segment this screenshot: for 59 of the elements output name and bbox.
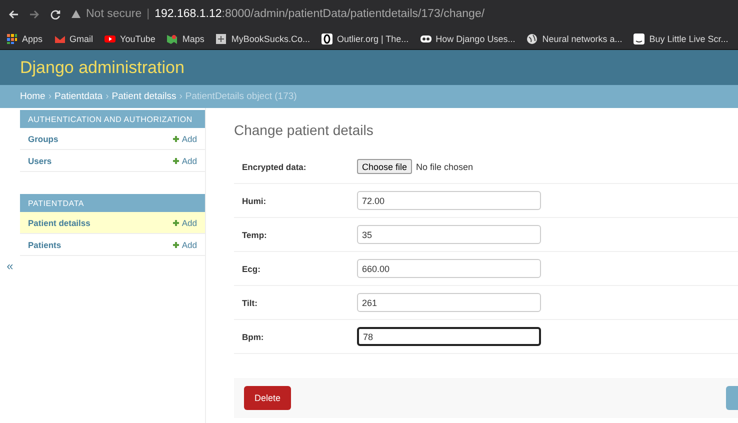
model-link[interactable]: Users: [28, 156, 52, 166]
breadcrumb-separator: ›: [106, 91, 109, 102]
field-label: Bpm:: [242, 332, 265, 342]
back-icon[interactable]: [8, 8, 19, 20]
bookmark-link[interactable]: YouTube: [104, 32, 156, 44]
dots-icon: [420, 32, 432, 44]
file-status: No file chosen: [416, 162, 474, 172]
forward-icon[interactable]: [29, 8, 40, 20]
plus-icon: [172, 218, 180, 226]
plus-icon: [172, 240, 180, 248]
warning-icon: [71, 9, 81, 19]
field-label: Ecg:: [242, 264, 262, 274]
bookmark-link[interactable]: Maps: [166, 32, 204, 44]
add-link[interactable]: Add: [172, 240, 197, 250]
site-title: Django administration: [20, 58, 184, 78]
divider-mark: |: [146, 8, 150, 20]
module-caption: PATIENTDATA: [20, 194, 205, 212]
add-link[interactable]: Add: [172, 156, 197, 166]
delete-button[interactable]: Delete: [244, 386, 291, 410]
field-label: Tilt:: [242, 298, 258, 308]
play-icon: [104, 32, 116, 44]
field-label: Encrypted data:: [242, 162, 308, 172]
sidebar-toggle[interactable]: «: [6, 258, 14, 272]
field-label: Temp:: [242, 230, 268, 240]
module-caption: AUTHENTICATION AND AUTHORIZATION: [20, 110, 205, 128]
input-field[interactable]: 261: [357, 293, 541, 312]
store-icon: [633, 32, 646, 44]
breadcrumb-separator: ›: [48, 91, 52, 102]
input-field[interactable]: 78: [357, 327, 541, 346]
bookmark-link[interactable]: How Django Uses...: [420, 32, 516, 44]
input-field[interactable]: 35: [357, 225, 541, 244]
page-heading: Change patient details: [234, 122, 374, 138]
map-icon: [166, 32, 178, 44]
address-text[interactable]: 192.168.1.12:8000/admin/patientData/patientdetails/173/change/: [154, 8, 485, 20]
globe-icon: [526, 32, 538, 44]
model-link[interactable]: Groups: [28, 134, 58, 144]
breadcrumb-separator: ›: [179, 91, 182, 102]
choose-file-button[interactable]: Choose file: [357, 159, 412, 174]
add-link[interactable]: Add: [172, 134, 197, 144]
bookmark-link[interactable]: Neural networks a...: [526, 32, 622, 44]
sidebar-item[interactable]: Patient detailss Add: [20, 212, 205, 234]
plus-icon: [172, 134, 180, 142]
security-label: Not secure: [86, 8, 142, 20]
bookmark-link[interactable]: Buy Little Live Scr...: [633, 32, 728, 44]
bookmark-link[interactable]: MyBookSucks.Co...: [215, 32, 310, 44]
reload-icon[interactable]: [50, 8, 61, 20]
model-link[interactable]: Patients: [28, 240, 62, 250]
add-link[interactable]: Add: [172, 218, 197, 228]
bookmark-link[interactable]: Gmail: [54, 32, 94, 44]
field-label: Humi:: [242, 196, 268, 206]
input-field[interactable]: 660.00: [357, 259, 541, 278]
grid-icon: [6, 32, 18, 44]
model-link[interactable]: Patient detailss: [28, 218, 90, 228]
ring-icon: [320, 32, 333, 44]
input-field[interactable]: 72.00: [357, 191, 541, 210]
book-icon: [215, 32, 228, 44]
bookmark-link[interactable]: Outlier.org | The...: [320, 32, 409, 44]
plus-icon: [172, 156, 180, 164]
bookmark-link[interactable]: Apps: [6, 32, 43, 44]
